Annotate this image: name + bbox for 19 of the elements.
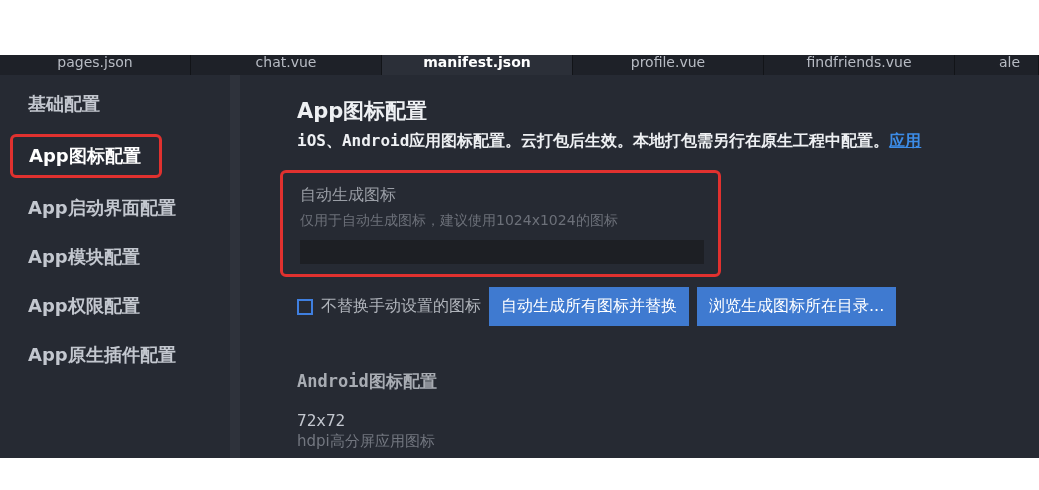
sidebar-item[interactable]: App权限配置 [28,295,140,317]
file-tab[interactable]: manifest.json [382,55,573,75]
icon-size-label: 72x72 [297,411,347,430]
checkbox-label: 不替换手动设置的图标 [321,296,481,317]
help-link[interactable]: 应用 [889,131,922,150]
section-title: App图标配置 [297,98,429,125]
sidebar-item[interactable]: App模块配置 [28,246,140,268]
icon-size-note: hdpi高分屏应用图标 [297,432,436,451]
section-description: iOS、Android应用图标配置。云打包后生效。本地打包需另行在原生工程中配置。应用 [297,131,923,152]
action-button[interactable]: 自动生成所有图标并替换 [489,287,689,326]
sidebar-item[interactable]: App图标配置 [10,134,162,178]
section-heading: Android图标配置 [297,370,438,393]
field-label: 自动生成图标 [300,185,397,206]
sidebar-item[interactable]: App启动界面配置 [28,197,176,219]
sidebar-item[interactable]: App原生插件配置 [28,344,176,366]
sidebar-item[interactable]: 基础配置 [28,93,100,115]
field-hint: 仅用于自动生成图标，建议使用1024x1024的图标 [300,212,619,230]
action-button[interactable]: 浏览生成图标所在目录... [697,287,897,326]
checkbox[interactable] [297,298,313,315]
